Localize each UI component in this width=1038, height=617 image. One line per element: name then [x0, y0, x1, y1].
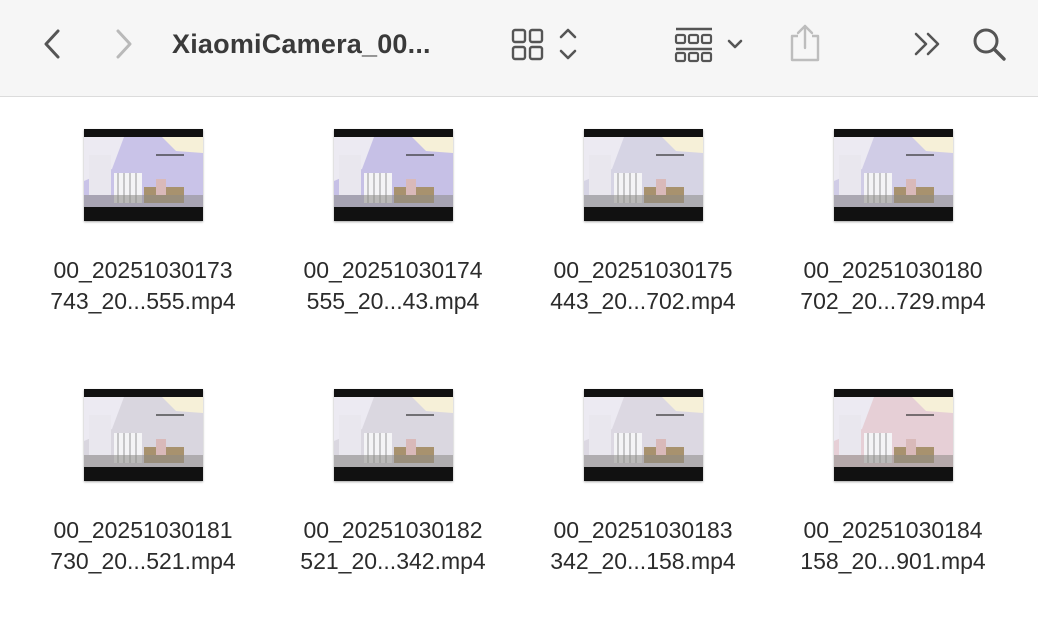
file-name: 00_20251030182 521_20...342.mp4 — [268, 515, 518, 577]
double-chevron-icon — [914, 32, 940, 56]
file-name: 00_20251030175 443_20...702.mp4 — [518, 255, 768, 317]
video-thumbnail — [84, 129, 203, 221]
view-mode-button[interactable] — [508, 24, 584, 64]
back-button[interactable] — [36, 26, 68, 62]
file-name-line1: 00_20251030175 — [553, 257, 733, 283]
file-item[interactable]: 00_20251030180 702_20...729.mp4 — [768, 97, 1018, 357]
file-name-line2: 521_20...342.mp4 — [300, 548, 486, 574]
file-name-line2: 158_20...901.mp4 — [800, 548, 986, 574]
toolbar: XiaomiCamera_00... — [0, 0, 1038, 97]
file-item[interactable]: 00_20251030181 730_20...521.mp4 — [18, 357, 268, 617]
file-item[interactable]: 00_20251030173 743_20...555.mp4 — [18, 97, 268, 357]
share-icon — [790, 24, 820, 62]
video-thumbnail — [84, 389, 203, 481]
file-item[interactable]: 00_20251030174 555_20...43.mp4 — [268, 97, 518, 357]
file-name-line2: 743_20...555.mp4 — [50, 288, 236, 314]
video-thumbnail — [584, 389, 703, 481]
file-item[interactable]: 00_20251030175 443_20...702.mp4 — [518, 97, 768, 357]
forward-button[interactable] — [108, 26, 140, 62]
file-name-line1: 00_20251030183 — [553, 517, 733, 543]
video-thumbnail — [334, 389, 453, 481]
file-name-line2: 730_20...521.mp4 — [50, 548, 236, 574]
search-icon — [973, 28, 1006, 61]
file-name-line1: 00_20251030182 — [303, 517, 483, 543]
file-name-line1: 00_20251030174 — [303, 257, 483, 283]
grid-view-icon — [511, 28, 577, 61]
chevron-left-icon — [44, 29, 60, 59]
file-name: 00_20251030173 743_20...555.mp4 — [18, 255, 268, 317]
window-title: XiaomiCamera_00... — [172, 29, 431, 59]
file-name-line2: 555_20...43.mp4 — [306, 288, 480, 314]
file-name: 00_20251030180 702_20...729.mp4 — [768, 255, 1018, 317]
file-name-line1: 00_20251030181 — [53, 517, 233, 543]
file-name: 00_20251030181 730_20...521.mp4 — [18, 515, 268, 577]
video-thumbnail — [834, 129, 953, 221]
file-name: 00_20251030174 555_20...43.mp4 — [268, 255, 518, 317]
file-item[interactable]: 00_20251030182 521_20...342.mp4 — [268, 357, 518, 617]
search-button[interactable] — [968, 24, 1010, 64]
file-name-line1: 00_20251030173 — [53, 257, 233, 283]
chevron-right-icon — [116, 29, 132, 59]
file-item[interactable]: 00_20251030183 342_20...158.mp4 — [518, 357, 768, 617]
file-name-line1: 00_20251030180 — [803, 257, 983, 283]
file-item[interactable]: 00_20251030184 158_20...901.mp4 — [768, 357, 1018, 617]
file-name: 00_20251030183 342_20...158.mp4 — [518, 515, 768, 577]
video-thumbnail — [584, 129, 703, 221]
share-button[interactable] — [786, 22, 824, 66]
group-by-icon — [674, 27, 743, 63]
file-name-line1: 00_20251030184 — [803, 517, 983, 543]
video-thumbnail — [334, 129, 453, 221]
file-name-line2: 342_20...158.mp4 — [550, 548, 736, 574]
group-by-button[interactable] — [672, 24, 748, 64]
more-button[interactable] — [908, 26, 946, 62]
file-name-line2: 702_20...729.mp4 — [800, 288, 986, 314]
video-thumbnail — [834, 389, 953, 481]
file-name-line2: 443_20...702.mp4 — [550, 288, 736, 314]
file-name: 00_20251030184 158_20...901.mp4 — [768, 515, 1018, 577]
